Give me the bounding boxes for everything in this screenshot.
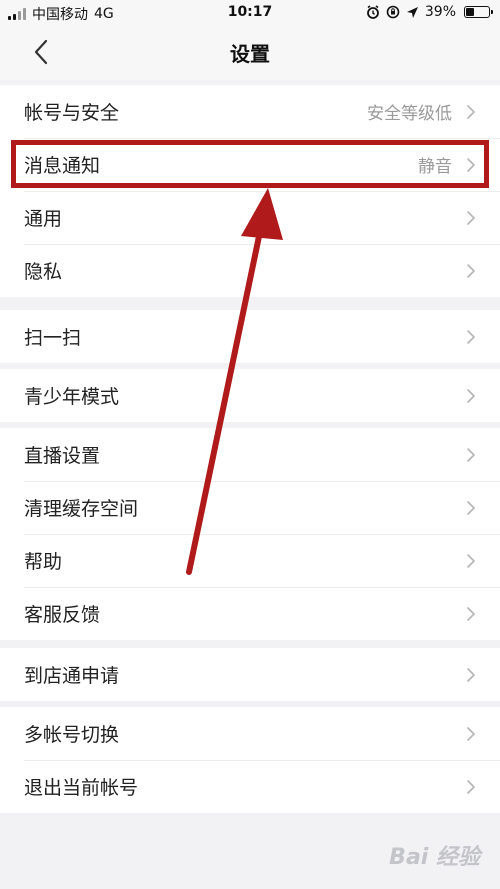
- settings-row-label: 扫一扫: [24, 327, 82, 349]
- settings-row-label: 青少年模式: [24, 386, 120, 408]
- settings-row[interactable]: 直播设置: [0, 428, 500, 481]
- settings-row[interactable]: 消息通知 静音: [0, 138, 500, 191]
- settings-row[interactable]: 到店通申请: [0, 648, 500, 701]
- settings-row[interactable]: 清理缓存空间: [0, 481, 500, 534]
- settings-row-value: 静音: [418, 157, 452, 177]
- chevron-right-icon: [467, 263, 475, 278]
- settings-row[interactable]: 青少年模式: [0, 369, 500, 422]
- chevron-right-icon: [467, 388, 475, 403]
- settings-row-label: 清理缓存空间: [24, 498, 139, 520]
- settings-row[interactable]: 退出当前帐号: [0, 760, 500, 813]
- settings-group: 直播设置清理缓存空间 帮助客服反馈: [0, 428, 500, 640]
- settings-row-label: 消息通知: [24, 155, 101, 177]
- settings-row-label: 隐私: [24, 261, 63, 283]
- location-icon: [406, 6, 418, 18]
- settings-row[interactable]: 客服反馈: [0, 587, 500, 640]
- settings-group: 到店通申请: [0, 648, 500, 701]
- settings-row[interactable]: 多帐号切换: [0, 707, 500, 760]
- rotation-lock-icon: [386, 5, 400, 19]
- chevron-right-icon: [467, 500, 475, 515]
- settings-row[interactable]: 隐私: [0, 244, 500, 297]
- settings-row-label: 帐号与安全: [24, 102, 120, 124]
- battery-icon: [464, 6, 493, 18]
- battery-percent: 39%: [424, 4, 456, 20]
- settings-group: 青少年模式: [0, 369, 500, 422]
- chevron-right-icon: [467, 779, 475, 794]
- chevron-right-icon: [467, 104, 475, 119]
- status-bar: 中国移动 4G 10:17 39%: [0, 0, 500, 24]
- chevron-right-icon: [467, 726, 475, 741]
- chevron-right-icon: [467, 606, 475, 621]
- chevron-right-icon: [467, 553, 475, 568]
- settings-row-label: 帮助: [24, 551, 63, 573]
- settings-group: 扫一扫: [0, 310, 500, 363]
- settings-row[interactable]: 扫一扫: [0, 310, 500, 363]
- chevron-right-icon: [467, 329, 475, 344]
- chevron-right-icon: [467, 157, 475, 172]
- settings-row-label: 通用: [24, 208, 63, 230]
- settings-row-value: 安全等级低: [367, 104, 452, 124]
- page-title: 设置: [230, 42, 270, 66]
- chevron-right-icon: [467, 667, 475, 682]
- chevron-right-icon: [467, 210, 475, 225]
- settings-group: 帐号与安全 安全等级低消息通知 静音通用隐私: [0, 85, 500, 297]
- status-right: 39%: [366, 4, 493, 20]
- battery-fill: [466, 8, 475, 16]
- settings-row[interactable]: 通用: [0, 191, 500, 244]
- settings-row-label: 客服反馈: [24, 604, 101, 626]
- settings-row-label: 直播设置: [24, 445, 101, 467]
- settings-row-label: 多帐号切换: [24, 724, 120, 746]
- watermark: Bai 经验: [389, 845, 480, 870]
- settings-row[interactable]: 帐号与安全 安全等级低: [0, 85, 500, 138]
- nav-bar: 设置: [0, 24, 500, 80]
- settings-group: 多帐号切换退出当前帐号: [0, 707, 500, 813]
- alarm-icon: [366, 5, 379, 19]
- settings-row[interactable]: 帮助: [0, 534, 500, 587]
- settings-row-label: 退出当前帐号: [24, 777, 139, 799]
- chevron-right-icon: [467, 447, 475, 462]
- settings-row-label: 到店通申请: [24, 665, 120, 687]
